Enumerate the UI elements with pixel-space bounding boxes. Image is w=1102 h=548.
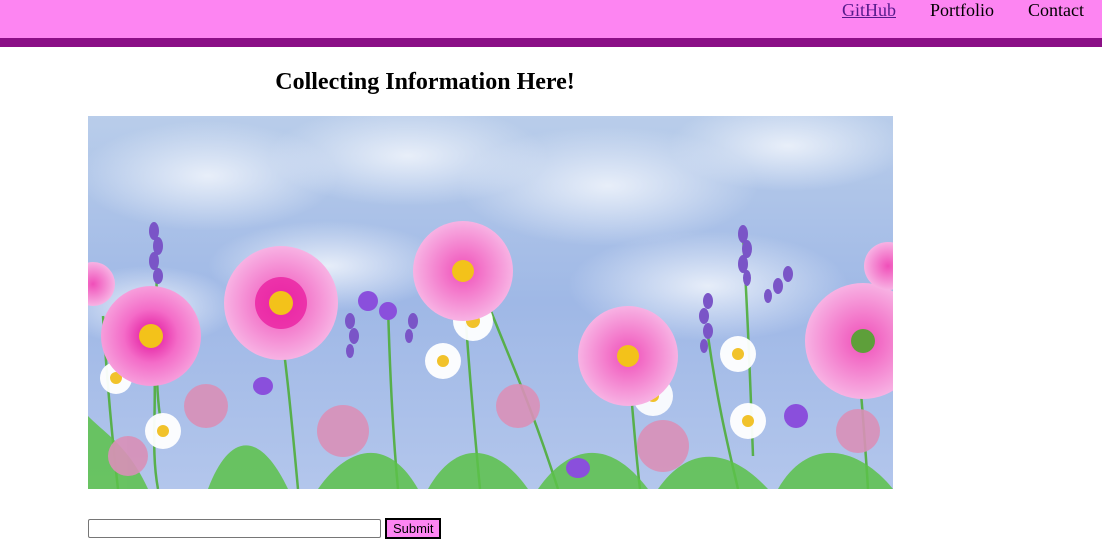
hero-flower-image (88, 116, 893, 489)
header-border (0, 38, 1102, 47)
info-form: Submit (88, 518, 442, 539)
nav-link-portfolio[interactable]: Portfolio (930, 0, 994, 20)
page-title: Collecting Information Here! (275, 69, 575, 95)
flower-field-illustration (88, 116, 893, 489)
submit-button[interactable]: Submit (385, 518, 442, 539)
nav-link-contact[interactable]: Contact (1028, 0, 1084, 20)
nav-link-github[interactable]: GitHub (842, 0, 896, 20)
info-input[interactable] (88, 519, 381, 538)
